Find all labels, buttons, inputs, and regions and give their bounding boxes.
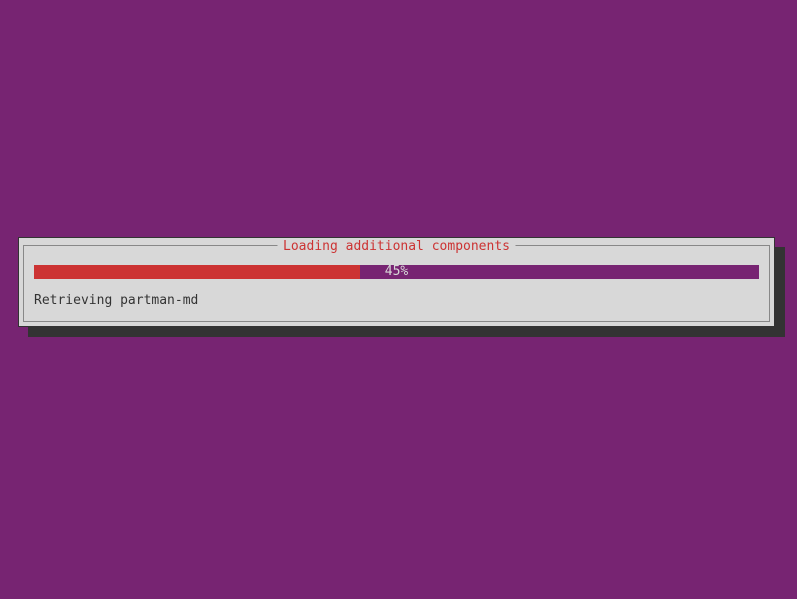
dialog-title: Loading additional components (277, 239, 516, 254)
dialog-border (23, 245, 770, 322)
status-text: Retrieving partman-md (34, 293, 198, 308)
progress-dialog: Loading additional components 45% Retrie… (18, 237, 775, 327)
progress-bar: 45% (34, 265, 759, 279)
progress-bar-fill (34, 265, 360, 279)
